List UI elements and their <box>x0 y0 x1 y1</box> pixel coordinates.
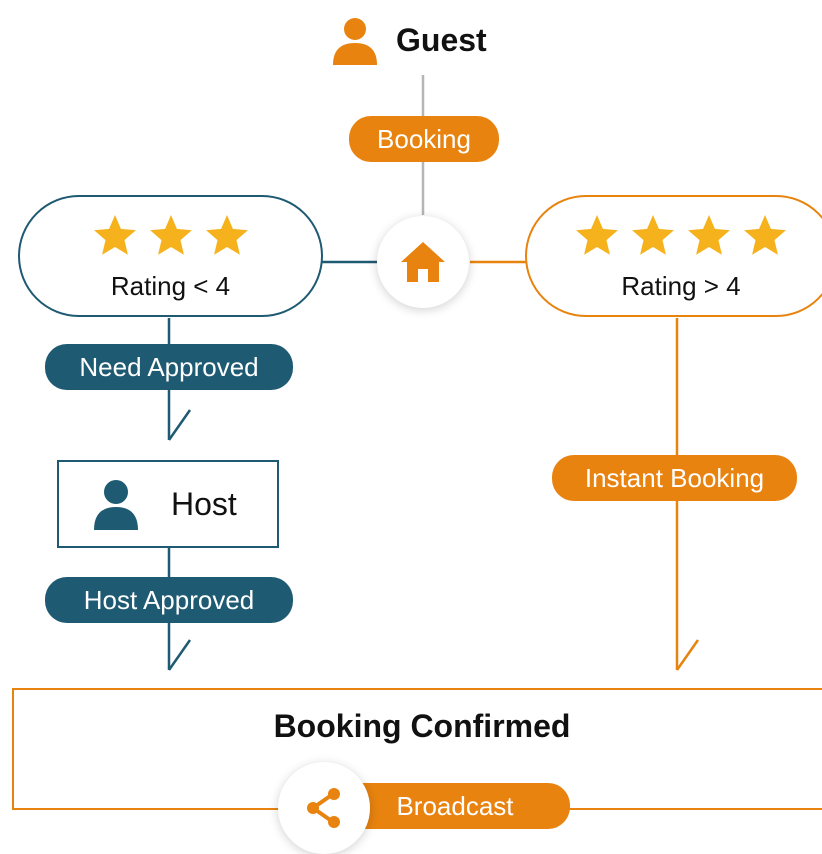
star-icon <box>744 215 786 255</box>
share-icon <box>307 788 340 828</box>
user-icon <box>333 18 377 65</box>
star-icon <box>632 215 674 255</box>
host-node: Host <box>57 460 279 548</box>
high-rating-stars <box>527 213 822 259</box>
user-icon <box>94 480 138 530</box>
low-rating-label: Rating < 4 <box>110 271 231 301</box>
arrow-to-host <box>167 409 192 441</box>
high-rating-node: Rating > 4 <box>525 195 822 317</box>
guest-label: Guest <box>396 21 487 58</box>
home-node <box>377 216 469 308</box>
home-icon <box>401 242 445 282</box>
star-icon <box>149 215 192 255</box>
booking-badge: Booking <box>349 116 499 162</box>
booking-confirmed-title: Booking Confirmed <box>273 708 571 744</box>
low-rating-node: Rating < 4 <box>18 195 323 317</box>
instant-booking-badge: Instant Booking <box>552 455 797 501</box>
broadcast-share-node <box>278 762 370 854</box>
host-label: Host <box>171 485 237 522</box>
low-rating-stars <box>20 213 321 259</box>
star-icon <box>688 215 730 255</box>
star-icon <box>205 215 248 255</box>
guest-node: Guest <box>330 10 487 70</box>
star-icon <box>576 215 618 255</box>
arrow-to-confirm-right <box>675 639 700 671</box>
need-approved-badge: Need Approved <box>45 344 293 390</box>
star-icon <box>93 215 136 255</box>
high-rating-label: Rating > 4 <box>621 271 741 301</box>
host-approved-badge: Host Approved <box>45 577 293 623</box>
arrow-to-confirm-left <box>167 639 192 671</box>
